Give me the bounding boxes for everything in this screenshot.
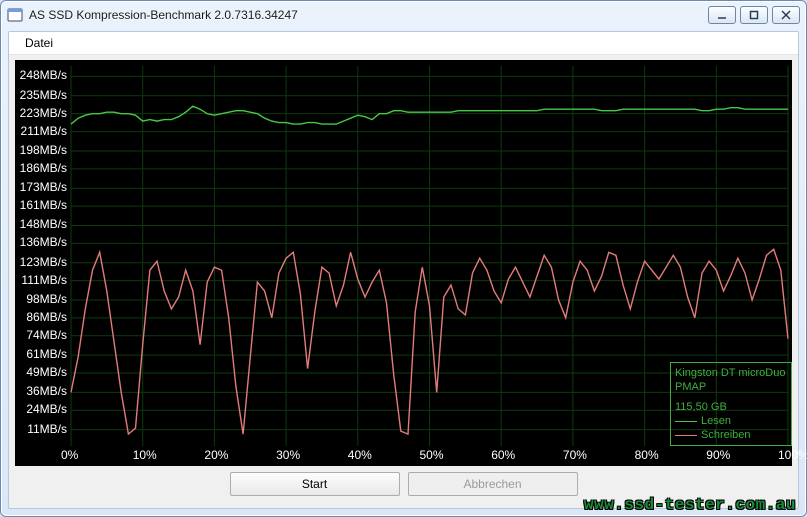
legend-firmware: PMAP xyxy=(675,380,787,394)
abort-button[interactable]: Abbrechen xyxy=(408,472,578,496)
y-tick-label: 173MB/s xyxy=(20,180,67,194)
x-tick-label: 30% xyxy=(276,448,300,462)
y-tick-label: 235MB/s xyxy=(20,88,67,102)
y-tick-label: 98MB/s xyxy=(26,292,67,306)
x-tick-label: 40% xyxy=(348,448,372,462)
y-tick-label: 136MB/s xyxy=(20,235,67,249)
x-tick-label: 10% xyxy=(133,448,157,462)
legend: Kingston DT microDuoPMAP 115,50 GBLesenSc… xyxy=(670,362,792,446)
y-tick-label: 148MB/s xyxy=(20,217,67,231)
window-buttons xyxy=(708,6,800,24)
x-tick-label: 60% xyxy=(491,448,515,462)
y-tick-label: 11MB/s xyxy=(27,422,67,436)
y-tick-label: 74MB/s xyxy=(26,328,67,342)
client-area: Datei 11MB/s 24MB/s 36MB/s 49MB/s 61MB/s 74MB… xyxy=(8,31,799,509)
y-tick-label: 186MB/s xyxy=(20,161,67,175)
y-tick-label: 61MB/s xyxy=(26,347,67,361)
x-tick-label: 70% xyxy=(563,448,587,462)
y-tick-label: 198MB/s xyxy=(20,143,67,157)
legend-size: 115,50 GB xyxy=(675,400,787,414)
menu-file[interactable]: Datei xyxy=(19,32,59,54)
app-window: AS SSD Kompression-Benchmark 2.0.7316.34… xyxy=(0,0,807,517)
start-button[interactable]: Start xyxy=(230,472,400,496)
legend-device: Kingston DT microDuo xyxy=(675,366,787,380)
y-tick-label: 161MB/s xyxy=(20,198,67,212)
x-tick-label: 80% xyxy=(635,448,659,462)
window-title: AS SSD Kompression-Benchmark 2.0.7316.34… xyxy=(29,8,708,22)
y-tick-label: 223MB/s xyxy=(20,106,67,120)
x-tick-label: 100% xyxy=(778,448,807,462)
y-tick-label: 248MB/s xyxy=(20,68,67,82)
titlebar: AS SSD Kompression-Benchmark 2.0.7316.34… xyxy=(1,1,806,29)
app-icon xyxy=(7,7,23,23)
close-button[interactable] xyxy=(772,6,800,24)
legend-read: Lesen xyxy=(675,414,787,428)
x-tick-label: 20% xyxy=(204,448,228,462)
legend-write: Schreiben xyxy=(675,428,787,442)
x-tick-label: 50% xyxy=(420,448,444,462)
minimize-button[interactable] xyxy=(708,6,736,24)
y-tick-label: 123MB/s xyxy=(20,255,67,269)
menubar: Datei xyxy=(9,32,798,55)
y-tick-label: 211MB/s xyxy=(21,124,67,138)
y-tick-label: 49MB/s xyxy=(26,365,67,379)
y-tick-label: 36MB/s xyxy=(26,384,67,398)
y-tick-label: 111MB/s xyxy=(21,273,67,287)
chart: 11MB/s 24MB/s 36MB/s 49MB/s 61MB/s 74MB/s 86MB… xyxy=(15,60,792,466)
watermark: www.ssd-tester.com.au xyxy=(584,496,796,514)
y-tick-label: 86MB/s xyxy=(26,310,67,324)
x-tick-label: 90% xyxy=(706,448,730,462)
y-tick-label: 24MB/s xyxy=(26,402,67,416)
x-tick-label: 0% xyxy=(61,448,78,462)
maximize-button[interactable] xyxy=(740,6,768,24)
